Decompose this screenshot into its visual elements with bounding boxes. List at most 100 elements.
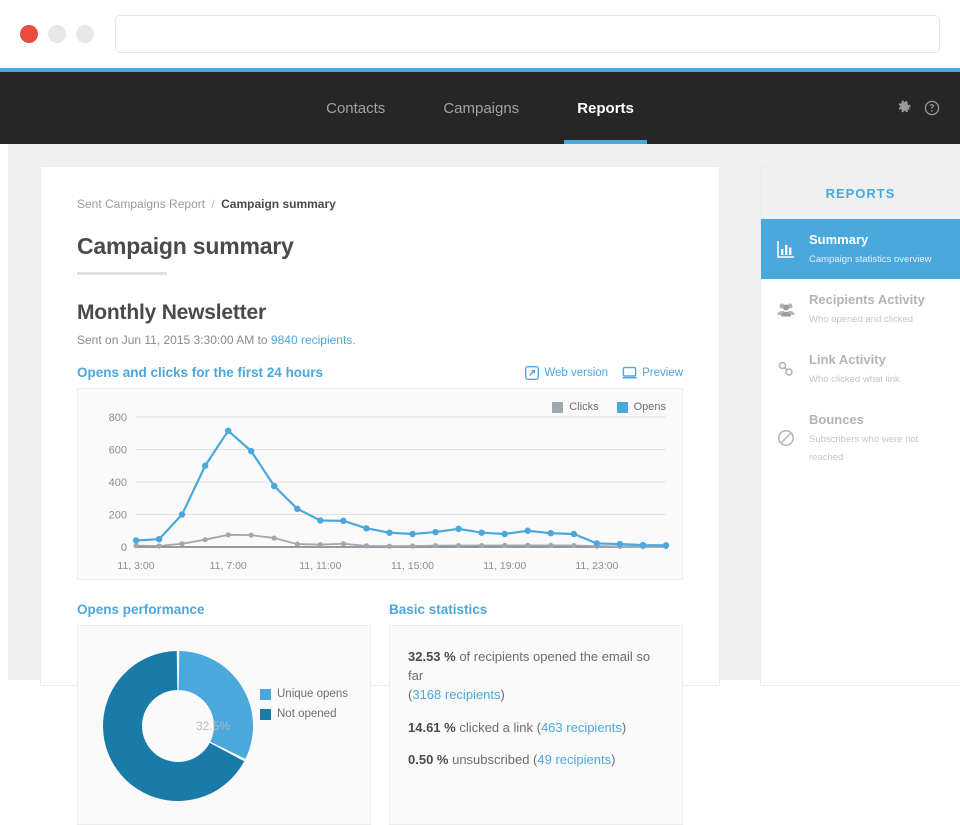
sent-info-text: Sent on Jun 11, 2015 3:30:00 AM to	[77, 333, 271, 347]
sidebar-header: REPORTS	[761, 167, 960, 219]
nav-tab-list: Contacts Campaigns Reports	[0, 72, 960, 144]
reports-sidebar: REPORTS Summary Campaign statistics over…	[760, 166, 960, 686]
browser-chrome	[0, 0, 960, 68]
external-link-icon	[525, 366, 540, 380]
chart-section-header: Opens and clicks for the first 24 hours …	[77, 365, 683, 380]
stat-paren-close-unsubscribed: )	[611, 752, 616, 768]
svg-text:11, 23:00: 11, 23:00	[575, 560, 618, 572]
legend-label-unique-opens: Unique opens	[277, 688, 348, 700]
no-entry-icon	[775, 427, 797, 449]
breadcrumb-separator: /	[211, 197, 215, 211]
stat-link-clicked[interactable]: 463 recipients	[541, 720, 622, 735]
stat-value-unsubscribed: 0.50 %	[408, 752, 449, 768]
close-window-button[interactable]	[20, 25, 38, 43]
legend-item-unique-opens: Unique opens	[260, 688, 348, 700]
breadcrumb-current: Campaign summary	[221, 197, 336, 211]
opens-performance-title: Opens performance	[77, 602, 205, 617]
opens-clicks-chart: Clicks Opens 0 200 400 600 800 11, 3:00 11, 7:…	[77, 388, 683, 580]
stat-text-unsubscribed: unsubscribed (	[448, 752, 538, 768]
stat-value-clicked: 14.61 %	[408, 719, 456, 735]
sidebar-bounces-title: Bounces	[809, 412, 864, 427]
breadcrumb-parent[interactable]: Sent Campaigns Report	[77, 197, 205, 211]
tab-campaigns[interactable]: Campaigns	[414, 72, 548, 144]
line-chart-svg: 0 200 400 600 800 11, 3:00 11, 7:00 11, 11:00 11…	[109, 412, 670, 572]
stat-link-opened[interactable]: 3168 recipients	[412, 687, 500, 702]
minimize-window-button[interactable]	[48, 25, 66, 43]
stat-text-clicked: clicked a link (	[455, 719, 541, 735]
campaign-name: Monthly Newsletter	[77, 301, 266, 324]
svg-text:11, 3:00: 11, 3:00	[117, 560, 154, 572]
basic-statistics-panel: 32.53 % of recipients opened the email s…	[389, 625, 683, 825]
main-content-card: Sent Campaigns Report / Campaign summary…	[40, 166, 720, 825]
tab-reports-label: Reports	[577, 99, 634, 117]
tab-reports[interactable]: Reports	[548, 72, 663, 144]
tab-contacts-label: Contacts	[326, 99, 386, 117]
sidebar-bounces-subtitle: Subscribers who were not reached	[809, 434, 919, 463]
maximize-window-button[interactable]	[76, 25, 94, 43]
sidebar-recipients-subtitle: Who opened and clicked	[809, 314, 914, 325]
chart-section-title: Opens and clicks for the first 24 hours	[77, 365, 324, 380]
svg-text:400: 400	[109, 477, 127, 489]
help-icon[interactable]	[924, 100, 940, 116]
breadcrumb: Sent Campaigns Report / Campaign summary	[77, 197, 683, 211]
title-underline-rule	[77, 272, 167, 275]
bar-chart-icon	[775, 238, 797, 260]
stat-line-clicked: 14.61 % clicked a link (463 recipients)	[408, 719, 664, 738]
stat-link-unsubscribed[interactable]: 49 recipients	[537, 752, 611, 767]
chart-section-actions: Web version Preview	[525, 366, 683, 380]
preview-label: Preview	[642, 367, 683, 379]
svg-text:32.5%: 32.5%	[196, 719, 230, 733]
people-icon	[775, 298, 797, 320]
bottom-panels-row: Opens performance 32.5% Unique opens Not…	[77, 602, 683, 825]
stat-line-unsubscribed: 0.50 % unsubscribed (49 recipients)	[408, 751, 664, 770]
donut-chart-svg: 32.5%	[103, 651, 253, 801]
svg-text:200: 200	[109, 510, 127, 522]
svg-text:11, 7:00: 11, 7:00	[210, 560, 247, 572]
sidebar-link-activity-title: Link Activity	[809, 352, 886, 367]
sidebar-item-bounces[interactable]: Bounces Subscribers who were not reached	[761, 399, 960, 477]
recipients-link[interactable]: 9840 recipients.	[271, 333, 356, 347]
legend-label-not-opened: Not opened	[277, 708, 337, 720]
statistics-list: 32.53 % of recipients opened the email s…	[390, 626, 682, 770]
stat-paren-close-clicked: )	[621, 719, 627, 735]
tab-contacts[interactable]: Contacts	[297, 72, 414, 144]
url-input[interactable]	[115, 15, 940, 53]
left-gutter	[0, 144, 8, 680]
app-top-nav: Contacts Campaigns Reports	[0, 72, 960, 144]
sent-info-line: Sent on Jun 11, 2015 3:30:00 AM to 9840 …	[77, 333, 683, 347]
basic-statistics-title: Basic statistics	[389, 602, 488, 617]
stat-paren-close-opened: )	[500, 686, 505, 702]
basic-statistics-column: Basic statistics 32.53 % of recipients o…	[389, 602, 683, 825]
web-version-label: Web version	[544, 367, 609, 379]
nav-utility-icons	[896, 72, 940, 144]
monitor-icon	[622, 366, 637, 379]
svg-text:11, 15:00: 11, 15:00	[391, 560, 434, 572]
web-version-link[interactable]: Web version	[525, 366, 608, 380]
opens-performance-panel: 32.5% Unique opens Not opened	[77, 625, 371, 825]
sidebar-item-summary[interactable]: Summary Campaign statistics overview	[761, 219, 960, 279]
sidebar-link-activity-subtitle: Who clicked what link	[809, 374, 900, 385]
donut-legend: Unique opens Not opened	[260, 688, 348, 720]
link-icon	[775, 358, 797, 380]
window-controls	[20, 25, 94, 43]
page-title: Campaign summary	[77, 233, 294, 259]
preview-link[interactable]: Preview	[622, 366, 683, 380]
svg-text:11, 19:00: 11, 19:00	[483, 560, 526, 572]
svg-text:11, 11:00: 11, 11:00	[299, 560, 341, 572]
opens-performance-column: Opens performance 32.5% Unique opens Not…	[77, 602, 371, 825]
stat-line-opened: 32.53 % of recipients opened the email s…	[408, 648, 664, 705]
svg-text:800: 800	[109, 412, 127, 424]
sidebar-recipients-title: Recipients Activity	[809, 292, 925, 307]
legend-swatch-unique-opens	[260, 688, 271, 700]
tab-campaigns-label: Campaigns	[443, 99, 520, 117]
legend-item-not-opened: Not opened	[260, 708, 348, 720]
legend-swatch-not-opened	[260, 708, 271, 720]
stat-value-opened: 32.53 %	[408, 649, 456, 664]
svg-text:0: 0	[121, 542, 127, 554]
sidebar-summary-title: Summary	[809, 232, 869, 247]
sidebar-item-recipients-activity[interactable]: Recipients Activity Who opened and click…	[761, 279, 960, 339]
svg-text:600: 600	[109, 445, 127, 457]
page-body: Sent Campaigns Report / Campaign summary…	[0, 144, 960, 825]
sidebar-item-link-activity[interactable]: Link Activity Who clicked what link	[761, 339, 960, 399]
gear-icon[interactable]	[896, 100, 912, 116]
